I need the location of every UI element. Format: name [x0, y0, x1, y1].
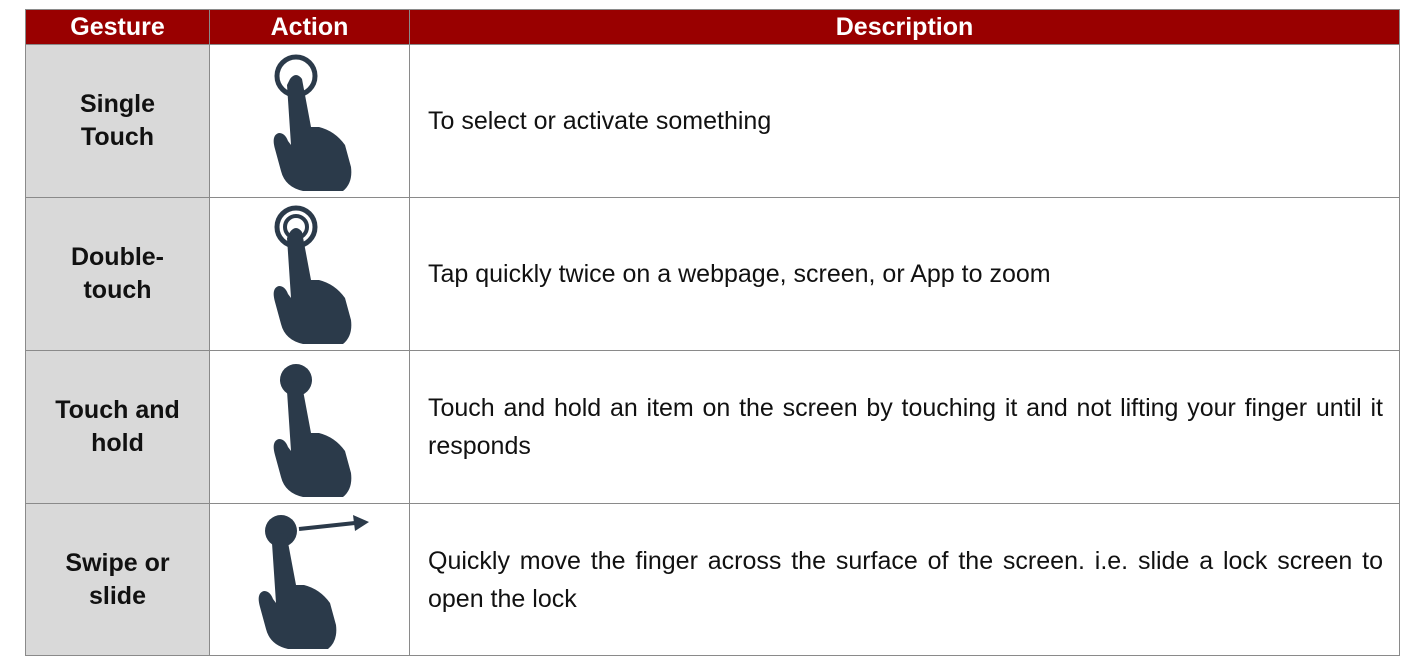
table-row: Double- touch Tap quickly twice on a web… [25, 197, 1400, 351]
gesture-cell: Double- touch [25, 197, 210, 351]
swipe-icon [258, 515, 369, 649]
action-cell [209, 197, 410, 351]
gesture-label: Touch and hold [55, 396, 180, 457]
table-row: Swipe or slide Quickly move the finger a… [25, 503, 1400, 656]
gesture-label: Double- touch [70, 243, 165, 304]
description-cell: Quickly move the finger across the surfa… [409, 503, 1400, 656]
double-touch-icon [273, 205, 351, 344]
description-cell: Tap quickly twice on a webpage, screen, … [409, 197, 1400, 351]
table-row: Single Touch To select or activate somet… [25, 44, 1400, 198]
header-gesture: Gesture [25, 9, 210, 45]
table-header-row: Gesture Action Description [25, 9, 1400, 45]
gesture-cell: Touch and hold [25, 350, 210, 504]
single-touch-icon [273, 54, 351, 191]
gesture-cell: Single Touch [25, 44, 210, 198]
action-cell [209, 350, 410, 504]
description-cell: Touch and hold an item on the screen by … [409, 350, 1400, 504]
action-cell [209, 503, 410, 656]
description-cell: To select or activate something [409, 44, 1400, 198]
touch-and-hold-icon [273, 363, 351, 497]
gesture-label: Single Touch [79, 90, 155, 151]
gesture-label: Swipe or slide [65, 548, 170, 610]
gesture-table: Gesture Action Description Single Touch … [25, 9, 1400, 656]
gesture-cell: Swipe or slide [25, 503, 210, 656]
header-action: Action [209, 9, 410, 45]
header-description: Description [409, 9, 1400, 45]
table-row: Touch and hold Touch and hold an item on… [25, 350, 1400, 504]
action-cell [209, 44, 410, 198]
